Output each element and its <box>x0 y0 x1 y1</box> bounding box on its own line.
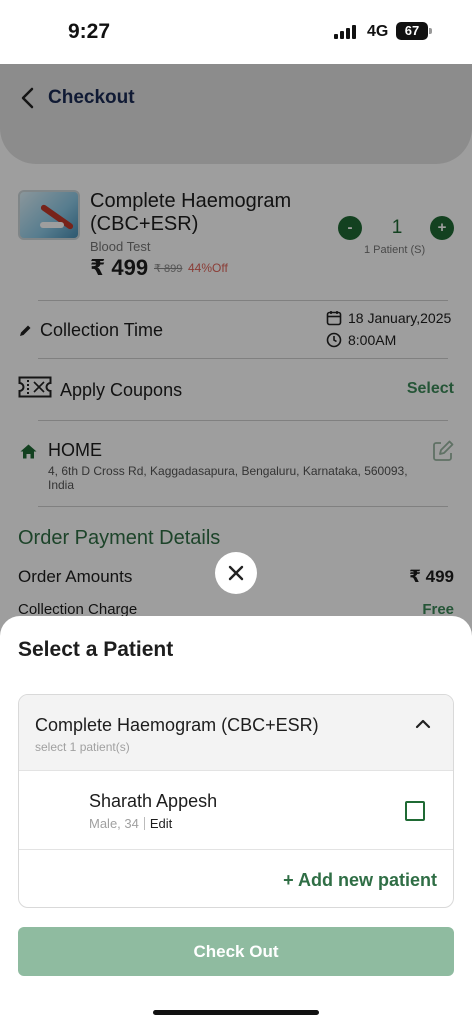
patient-checkbox[interactable] <box>405 801 425 821</box>
test-patient-hint: select 1 patient(s) <box>35 740 130 754</box>
status-bar: 9:27 4G 67 <box>0 0 472 64</box>
close-icon <box>228 565 244 581</box>
network-label: 4G <box>367 23 389 40</box>
signal-icon <box>334 25 356 39</box>
add-new-patient-button[interactable]: + Add new patient <box>283 870 437 891</box>
edit-patient-link[interactable]: Edit <box>150 816 172 831</box>
test-name: Complete Haemogram (CBC+ESR) <box>35 715 319 735</box>
status-time: 9:27 <box>68 20 111 43</box>
checkout-button[interactable]: Check Out <box>18 927 454 976</box>
select-patient-sheet: Select a Patient Complete Haemogram (CBC… <box>0 616 472 1024</box>
patient-selection-card: Complete Haemogram (CBC+ESR) select 1 pa… <box>18 694 454 908</box>
patient-gender-age: Male, 34 <box>89 816 139 831</box>
patient-meta: Male, 34 Edit <box>89 816 172 831</box>
close-sheet-button[interactable] <box>215 552 257 594</box>
test-accordion-header[interactable]: Complete Haemogram (CBC+ESR) select 1 pa… <box>19 695 453 771</box>
sheet-title: Select a Patient <box>18 638 174 661</box>
patient-row[interactable]: Sharath Appesh Male, 34 Edit <box>19 771 453 850</box>
battery-icon: 67 <box>396 22 432 40</box>
patient-name: Sharath Appesh <box>89 791 218 811</box>
chevron-up-icon[interactable] <box>415 717 431 731</box>
home-indicator <box>153 1010 319 1015</box>
separator <box>143 817 145 830</box>
